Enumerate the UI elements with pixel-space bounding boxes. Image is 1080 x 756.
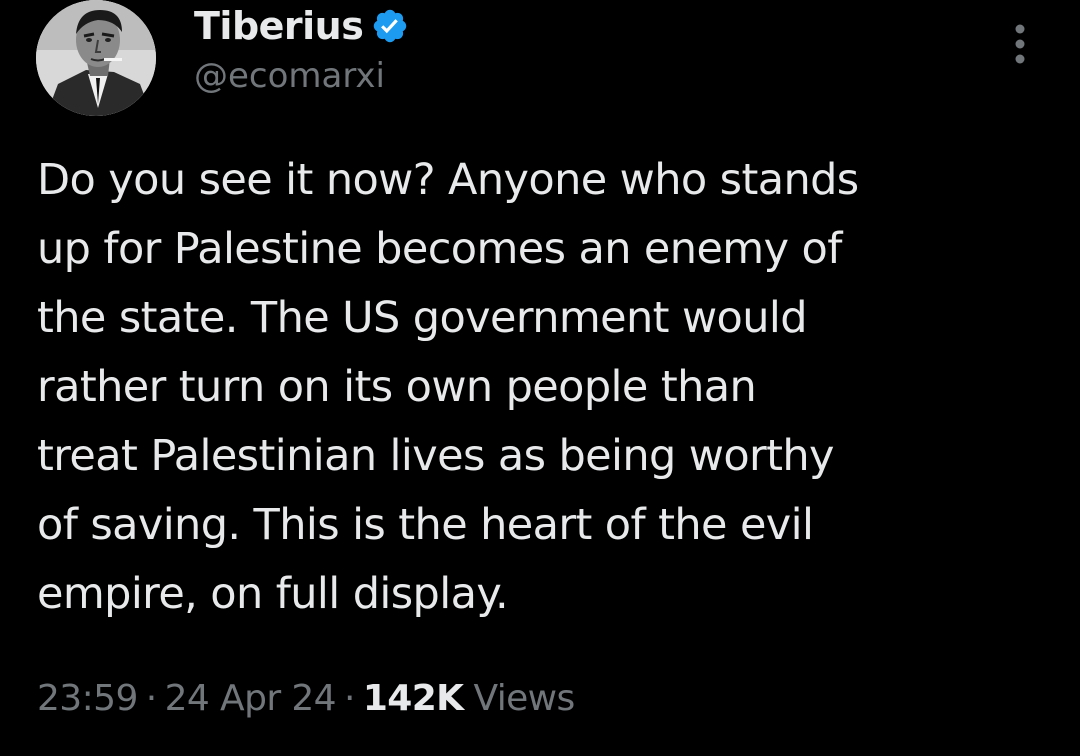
meta-separator: · xyxy=(145,677,157,719)
views-count[interactable]: 142K xyxy=(363,678,464,719)
tweet-meta: 23:59 · 24 Apr 24 · 142K Views xyxy=(37,670,575,726)
views-label: Views xyxy=(473,677,575,719)
avatar-portrait-image xyxy=(36,0,156,116)
avatar[interactable] xyxy=(36,0,156,116)
more-options-button[interactable] xyxy=(1002,22,1038,66)
tweet-date[interactable]: 24 Apr 24 xyxy=(165,678,337,719)
tweet-time[interactable]: 23:59 xyxy=(37,678,138,719)
meta-separator: · xyxy=(343,677,355,719)
author-display-name[interactable]: Tiberius xyxy=(194,4,364,48)
author-handle[interactable]: @ecomarxi xyxy=(194,56,385,96)
verified-badge-icon xyxy=(371,7,409,45)
author-name-row: Tiberius xyxy=(194,4,409,48)
more-vertical-icon xyxy=(1015,24,1025,64)
tweet-text: Do you see it now? Anyone who stands up … xyxy=(37,155,859,619)
tweet: Tiberius @ecomarxi Do you see it now? An… xyxy=(0,0,1080,756)
